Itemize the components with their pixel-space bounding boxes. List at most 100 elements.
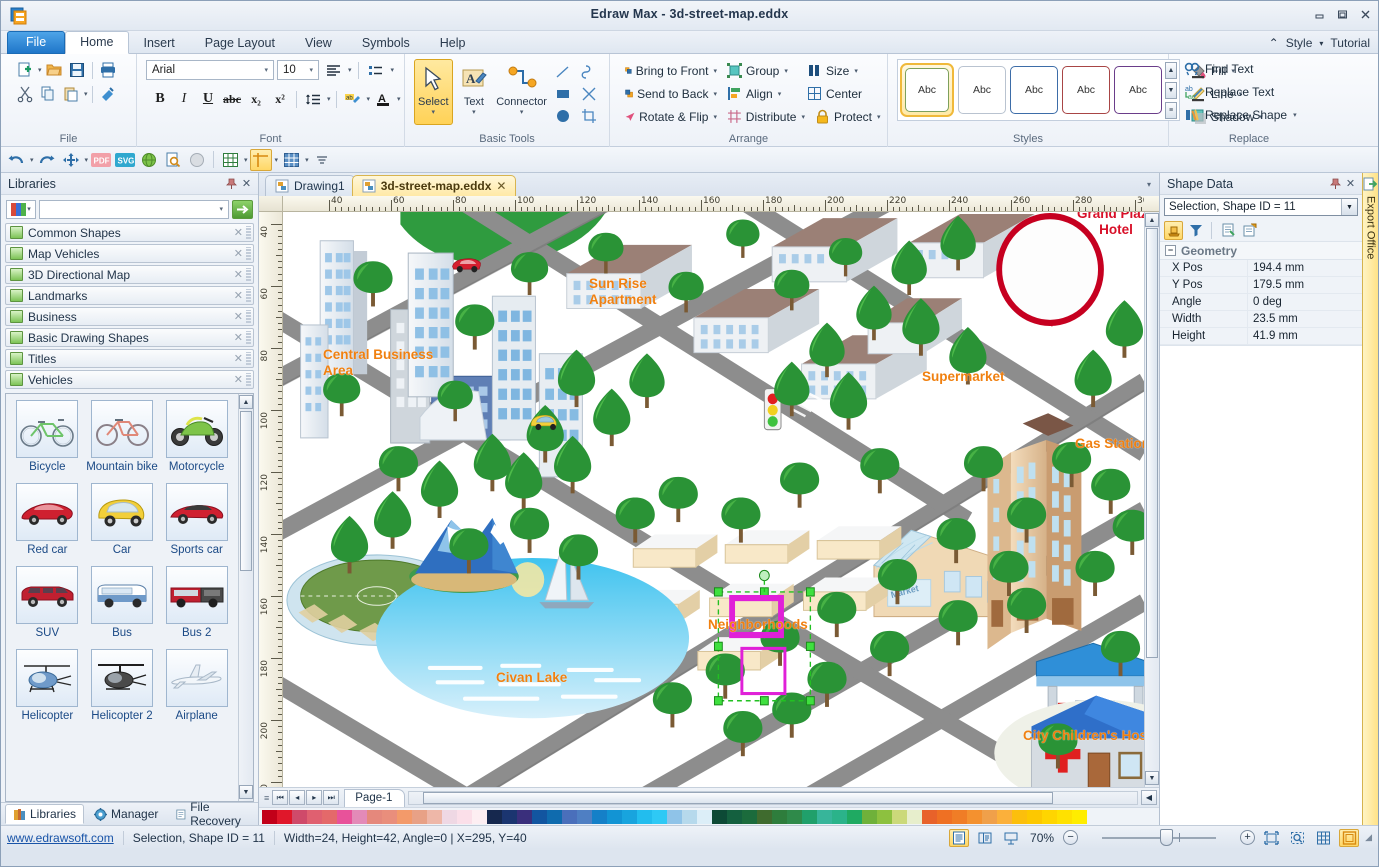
shape-item-car[interactable]: Car — [85, 483, 160, 564]
text-caret-icon[interactable]: ▾ — [472, 108, 476, 116]
canvas-horizontal-scrollbar[interactable] — [408, 791, 1138, 805]
style-preset-2[interactable]: Abc — [958, 66, 1006, 114]
ribbon-tab-insert[interactable]: Insert — [129, 32, 190, 54]
show-grid-button[interactable] — [1313, 829, 1333, 847]
map-label-gas-station[interactable]: Gas Station — [1075, 436, 1144, 452]
status-resize-grip-icon[interactable]: ◢ — [1365, 832, 1372, 843]
shape-item-bicycle[interactable]: Bicycle — [10, 400, 85, 481]
palette-swatch[interactable] — [937, 810, 952, 824]
library-category-landmarks[interactable]: Landmarks ✕ — [5, 286, 254, 305]
subscript-button[interactable]: x₂ — [245, 88, 267, 110]
shape-data-filter-icon[interactable] — [1186, 221, 1205, 240]
close-button[interactable] — [1358, 7, 1372, 21]
align-button[interactable] — [322, 59, 344, 81]
last-page-button[interactable]: ⏭ — [323, 790, 339, 805]
line-spacing-button[interactable] — [302, 88, 324, 110]
protect-button[interactable]: Protect ▾ — [810, 107, 886, 126]
palette-swatch[interactable] — [877, 810, 892, 824]
send-to-back-caret-icon[interactable]: ▾ — [713, 90, 717, 98]
layers-button[interactable] — [280, 149, 302, 171]
zoom-slider-knob[interactable] — [1160, 829, 1173, 846]
shape-data-group-geometry[interactable]: − Geometry — [1160, 241, 1362, 260]
shape-item-motorcycle[interactable]: Motorcycle — [159, 400, 234, 481]
zoom-selection-button[interactable] — [1287, 829, 1307, 847]
font-size-combo[interactable]: 10 ▾ — [277, 60, 319, 80]
palette-swatch[interactable] — [997, 810, 1012, 824]
library-category-business[interactable]: Business ✕ — [5, 307, 254, 326]
library-grip-icon[interactable] — [246, 352, 251, 365]
palette-swatch[interactable] — [457, 810, 472, 824]
panel-tab-libraries[interactable]: Libraries — [5, 804, 84, 824]
palette-swatch[interactable] — [922, 810, 937, 824]
palette-swatch[interactable] — [952, 810, 967, 824]
export-office-tab[interactable]: Export Office — [1362, 173, 1378, 825]
shape-data-row-x-pos[interactable]: X Pos 194.4 mm — [1160, 260, 1362, 277]
horizontal-ruler[interactable]: 406080100120140160180200220240260280300 — [283, 196, 1144, 212]
palette-swatch[interactable] — [847, 810, 862, 824]
paste-button[interactable] — [60, 83, 82, 105]
library-grip-icon[interactable] — [246, 247, 251, 260]
library-close-icon[interactable]: ✕ — [234, 310, 246, 323]
move-button[interactable] — [60, 149, 82, 171]
palette-swatch[interactable] — [757, 810, 772, 824]
library-grip-icon[interactable] — [246, 310, 251, 323]
rotate-flip-caret-icon[interactable]: ▾ — [713, 113, 717, 121]
rectangle-shape-button[interactable] — [552, 83, 574, 105]
canvas-scroll-down-icon[interactable]: ▼ — [1145, 771, 1159, 785]
map-label-city-childrens-hospital[interactable]: City Children's Hospital — [1023, 728, 1144, 744]
shape-data-row-height[interactable]: Height 41.9 mm — [1160, 328, 1362, 345]
align-caret-icon[interactable]: ▾ — [348, 66, 352, 74]
undo-button[interactable] — [5, 149, 27, 171]
library-search-input[interactable]: ▾ — [39, 200, 229, 219]
style-caret-icon[interactable]: ▾ — [1319, 39, 1323, 48]
shape-data-row-y-pos[interactable]: Y Pos 179.5 mm — [1160, 277, 1362, 294]
library-grip-icon[interactable] — [246, 331, 251, 344]
library-grip-icon[interactable] — [246, 268, 251, 281]
map-label-civan-lake[interactable]: Civan Lake — [496, 670, 567, 686]
panel-tab-file-recovery[interactable]: File Recovery — [168, 797, 258, 831]
vertical-ruler[interactable]: 406080100120140160180200220 — [259, 212, 283, 787]
canvas-vertical-scrollbar[interactable]: ▲ ▼ — [1144, 212, 1159, 787]
cross-shape-button[interactable] — [578, 83, 600, 105]
layers-caret-icon[interactable]: ▾ — [305, 156, 309, 164]
palette-swatch[interactable] — [412, 810, 427, 824]
bold-button[interactable]: B — [149, 88, 171, 110]
grid-caret-icon[interactable]: ▾ — [244, 156, 248, 164]
palette-swatch[interactable] — [862, 810, 877, 824]
palette-swatch[interactable] — [832, 810, 847, 824]
style-preset-1[interactable]: Abc — [900, 63, 954, 117]
library-category-basic-drawing-shapes[interactable]: Basic Drawing Shapes ✕ — [5, 328, 254, 347]
size-caret-icon[interactable]: ▾ — [854, 67, 858, 75]
style-menu[interactable]: Style — [1286, 36, 1313, 50]
palette-swatch[interactable] — [667, 810, 682, 824]
palette-swatch[interactable] — [1072, 810, 1087, 824]
palette-swatch[interactable] — [982, 810, 997, 824]
library-close-icon[interactable]: ✕ — [234, 331, 246, 344]
palette-swatch[interactable] — [1057, 810, 1072, 824]
view-normal-button[interactable] — [949, 829, 969, 847]
palette-swatch[interactable] — [487, 810, 502, 824]
view-split-button[interactable] — [975, 829, 995, 847]
rotate-flip-button[interactable]: Rotate & Flip ▾ — [620, 107, 722, 126]
palette-swatch[interactable] — [727, 810, 742, 824]
palette-swatch[interactable] — [907, 810, 922, 824]
palette-swatch[interactable] — [1012, 810, 1027, 824]
guides-button[interactable] — [250, 149, 272, 171]
text-tool-button[interactable]: A Text ▾ — [455, 59, 494, 125]
palette-swatch[interactable] — [442, 810, 457, 824]
page-tab-page-1[interactable]: Page-1 — [344, 789, 405, 807]
distribute-caret-icon[interactable]: ▾ — [801, 113, 805, 121]
palette-swatch[interactable] — [802, 810, 817, 824]
cut-button[interactable] — [14, 83, 36, 105]
library-category-3d-directional-map[interactable]: 3D Directional Map ✕ — [5, 265, 254, 284]
show-page-break-button[interactable] — [1339, 829, 1359, 847]
shape-data-pin-icon[interactable] — [1328, 176, 1343, 191]
shape-item-red-car[interactable]: Red car — [10, 483, 85, 564]
palette-swatch[interactable] — [322, 810, 337, 824]
palette-swatch[interactable] — [367, 810, 382, 824]
move-caret-icon[interactable]: ▾ — [85, 156, 89, 164]
find-text-button[interactable]: Find Text — [1180, 59, 1257, 79]
library-close-icon[interactable]: ✕ — [234, 352, 246, 365]
map-label-central-business-area[interactable]: Central Business Area — [323, 347, 433, 379]
ribbon-tab-page-layout[interactable]: Page Layout — [190, 32, 290, 54]
